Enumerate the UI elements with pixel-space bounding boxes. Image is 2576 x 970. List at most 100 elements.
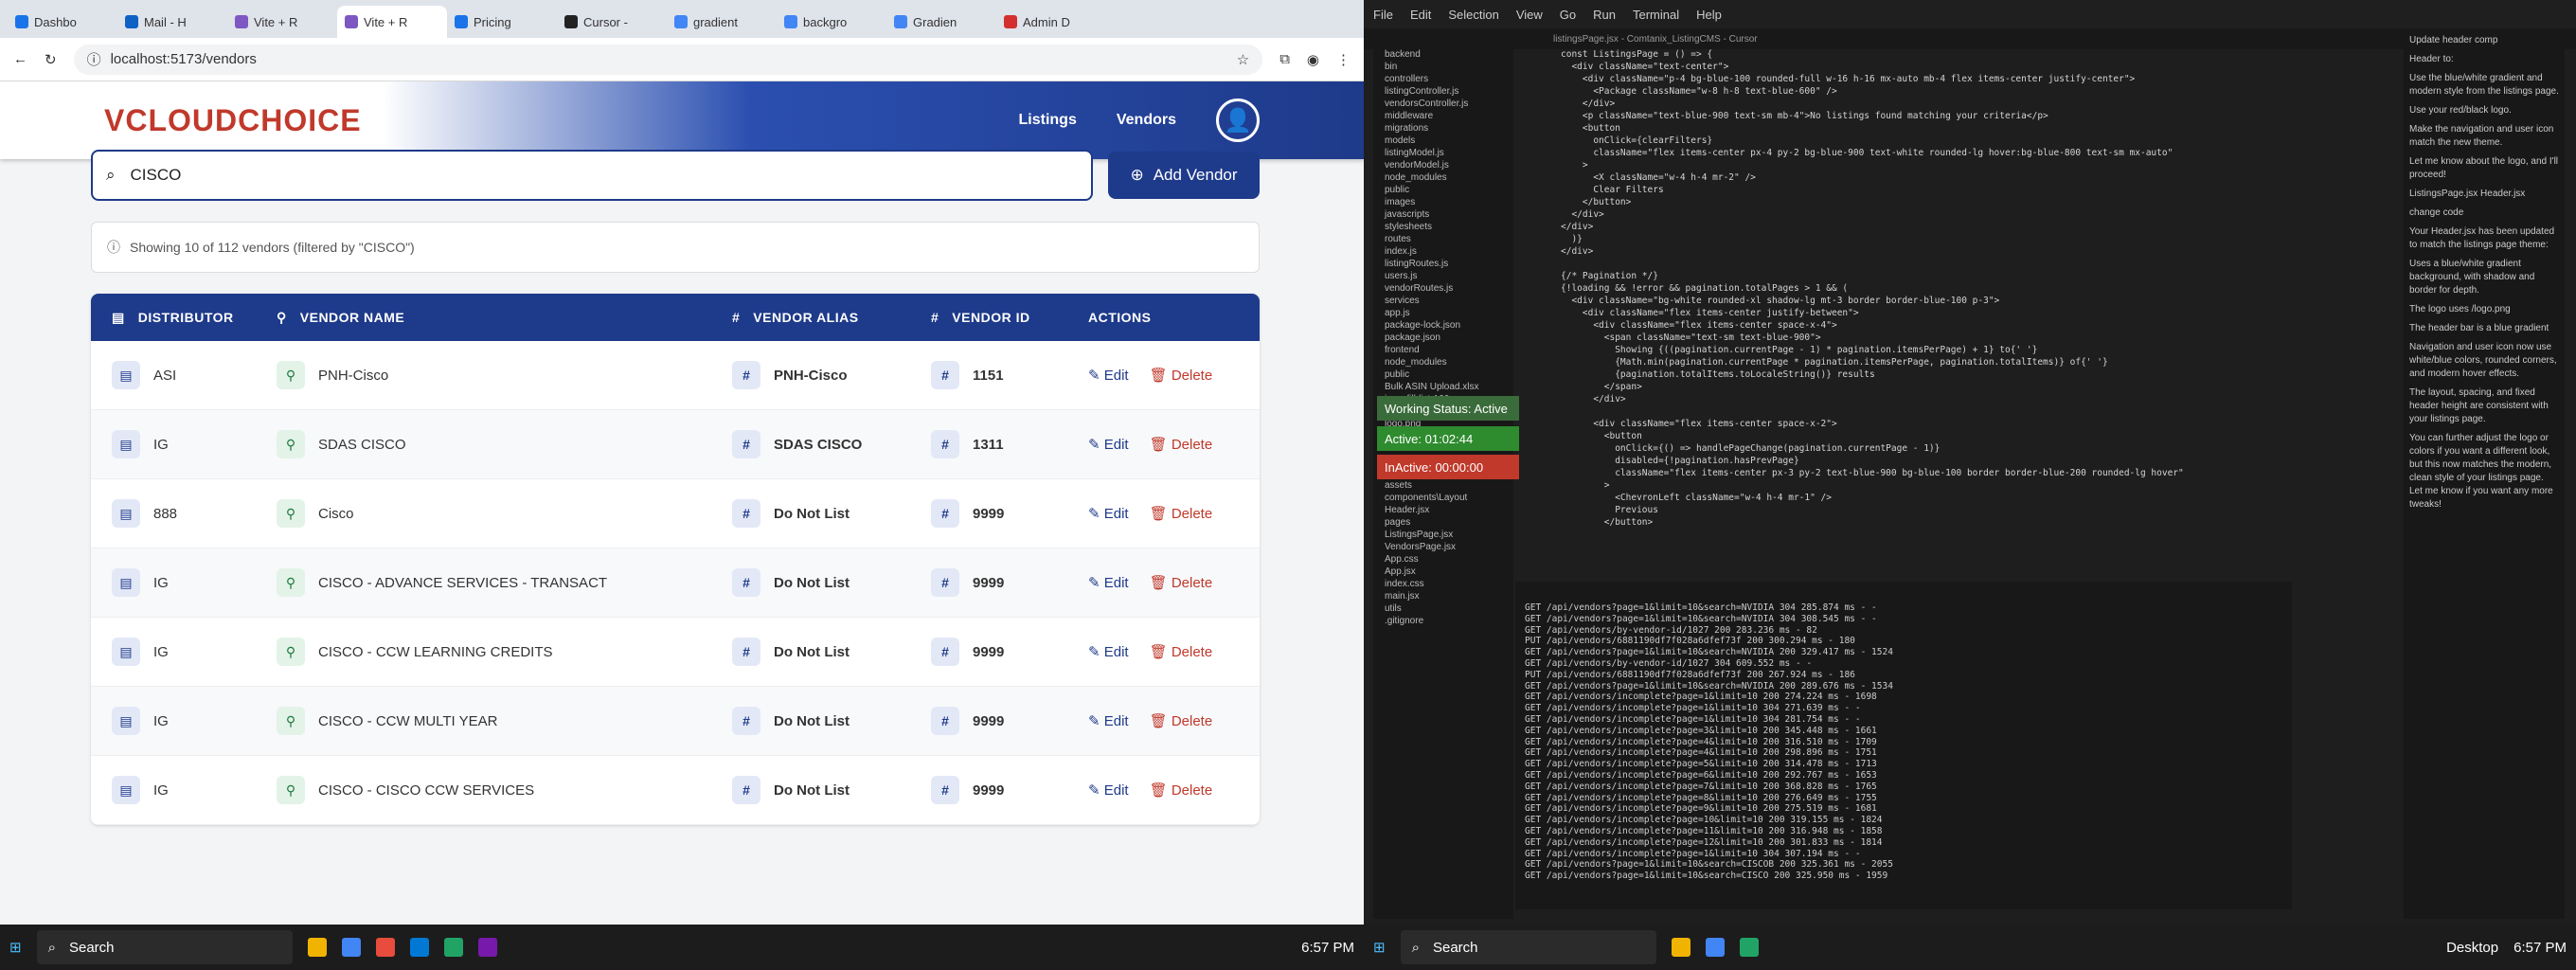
back-icon[interactable]: ← [13,51,27,67]
menu-item[interactable]: Selection [1448,8,1498,22]
windows-start-icon[interactable]: ⊞ [9,939,22,956]
browser-tab[interactable]: Vite + R [227,6,337,38]
menu-item[interactable]: Run [1593,8,1616,22]
file-tree-item[interactable]: migrations [1373,123,1513,135]
col-distributor[interactable]: DISTRIBUTOR [138,310,234,325]
excel-icon[interactable] [443,938,463,957]
file-tree-item[interactable]: App.css [1373,554,1513,566]
file-tree-item[interactable]: main.jsx [1373,591,1513,603]
file-tree-item[interactable]: vendorRoutes.js [1373,283,1513,296]
file-tree-item[interactable]: controllers [1373,74,1513,86]
file-tree-item[interactable]: pages [1373,517,1513,530]
file-tree-item[interactable]: node_modules [1373,357,1513,369]
menu-item[interactable]: Edit [1410,8,1431,22]
file-tree-item[interactable]: listingModel.js [1373,148,1513,160]
menu-item[interactable]: Terminal [1633,8,1679,22]
file-tree-item[interactable]: node_modules [1373,172,1513,185]
menu-item[interactable]: Go [1560,8,1576,22]
file-tree-item[interactable]: package-lock.json [1373,320,1513,332]
add-vendor-button[interactable]: ⊕ Add Vendor [1108,152,1260,199]
windows-start-icon[interactable]: ⊞ [1373,939,1386,956]
browser-tab[interactable]: Cursor - [557,6,667,38]
file-tree-item[interactable]: Bulk ASIN Upload.xlsx [1373,382,1513,394]
app-icon[interactable] [409,938,429,957]
terminal-panel[interactable]: GET /api/vendors?page=1&limit=10&search=… [1515,582,2292,909]
file-tree-item[interactable]: vendorModel.js [1373,160,1513,172]
delete-button[interactable]: 🗑 Delete [1150,643,1213,660]
file-tree-item[interactable]: middleware [1373,111,1513,123]
menu-item[interactable]: File [1373,8,1393,22]
file-tree-item[interactable]: listingController.js [1373,86,1513,99]
file-tree-item[interactable]: services [1373,296,1513,308]
browser-tab[interactable]: Admin D [996,6,1106,38]
taskbar-search[interactable]: ⌕ Search [1400,930,1656,964]
file-tree-item[interactable]: Header.jsx [1373,505,1513,517]
col-vendor-alias[interactable]: VENDOR ALIAS [753,310,858,325]
edit-button[interactable]: ✎ Edit [1088,781,1129,799]
taskbar-search[interactable]: ⌕ Search [36,930,293,964]
file-tree-item[interactable]: images [1373,197,1513,209]
file-tree-item[interactable]: .gitignore [1373,616,1513,628]
delete-button[interactable]: 🗑 Delete [1150,367,1213,384]
profile-icon[interactable]: ◉ [1307,51,1319,68]
chrome-icon[interactable] [341,938,361,957]
excel-icon[interactable] [1739,938,1759,957]
vendor-search-input[interactable]: ⌕ CISCO [91,150,1093,201]
chrome-icon[interactable] [1705,938,1725,957]
file-tree-item[interactable]: vendorsController.js [1373,99,1513,111]
nav-listings[interactable]: Listings [1019,112,1077,129]
file-tree-item[interactable]: package.json [1373,332,1513,345]
url-input[interactable]: ⓘ localhost:5173/vendors ☆ [73,44,1263,75]
file-tree-item[interactable]: assets [1373,480,1513,493]
browser-tab[interactable]: backgro [777,6,886,38]
menu-icon[interactable]: ⋮ [1336,51,1351,68]
file-tree-item[interactable]: utils [1373,603,1513,616]
delete-button[interactable]: 🗑 Delete [1150,505,1213,522]
file-tree-item[interactable]: frontend [1373,345,1513,357]
file-tree-item[interactable]: components\Layout [1373,493,1513,505]
edit-button[interactable]: ✎ Edit [1088,643,1129,660]
code-editor[interactable]: const ListingsPage = () => { <div classN… [1515,49,2292,576]
delete-button[interactable]: 🗑 Delete [1150,436,1213,453]
vcloudchoice-logo[interactable]: VCLOUDCHOICE [104,103,362,138]
user-avatar-icon[interactable]: 👤 [1216,99,1260,142]
extensions-icon[interactable]: ⧉ [1279,51,1290,67]
edit-button[interactable]: ✎ Edit [1088,367,1129,384]
site-info-icon[interactable]: ⓘ [87,49,101,69]
file-tree-item[interactable]: users.js [1373,271,1513,283]
file-tree-item[interactable]: listingRoutes.js [1373,259,1513,271]
edit-button[interactable]: ✎ Edit [1088,712,1129,729]
browser-tab[interactable]: Pricing [447,6,557,38]
browser-tab[interactable]: Mail - H [117,6,227,38]
onenote-icon[interactable] [477,938,497,957]
file-tree-item[interactable]: backend [1373,49,1513,62]
edit-button[interactable]: ✎ Edit [1088,436,1129,453]
file-tree-item[interactable]: public [1373,185,1513,197]
file-tree-item[interactable]: models [1373,135,1513,148]
delete-button[interactable]: 🗑 Delete [1150,712,1213,729]
file-tree-item[interactable]: index.css [1373,579,1513,591]
file-tree-item[interactable]: javascripts [1373,209,1513,222]
col-vendor-id[interactable]: VENDOR ID [952,310,1029,325]
file-tree-item[interactable]: VendorsPage.jsx [1373,542,1513,554]
file-tree-item[interactable]: App.jsx [1373,566,1513,579]
file-tree-item[interactable]: index.js [1373,246,1513,259]
file-explorer-icon[interactable] [1671,938,1690,957]
bookmark-icon[interactable]: ☆ [1237,51,1249,68]
edit-button[interactable]: ✎ Edit [1088,574,1129,591]
app-icon[interactable] [375,938,395,957]
delete-button[interactable]: 🗑 Delete [1150,781,1213,799]
menu-item[interactable]: Help [1696,8,1722,22]
reload-icon[interactable]: ↻ [45,51,57,68]
menu-item[interactable]: View [1516,8,1543,22]
file-tree-item[interactable]: public [1373,369,1513,382]
file-explorer-icon[interactable] [307,938,327,957]
file-tree-item[interactable]: bin [1373,62,1513,74]
browser-tab[interactable]: Gradien [886,6,996,38]
file-tree-item[interactable]: app.js [1373,308,1513,320]
col-vendor-name[interactable]: VENDOR NAME [300,310,405,325]
file-tree-item[interactable]: ListingsPage.jsx [1373,530,1513,542]
delete-button[interactable]: 🗑 Delete [1150,574,1213,591]
file-tree-item[interactable]: stylesheets [1373,222,1513,234]
browser-tab[interactable]: Dashbo [8,6,117,38]
